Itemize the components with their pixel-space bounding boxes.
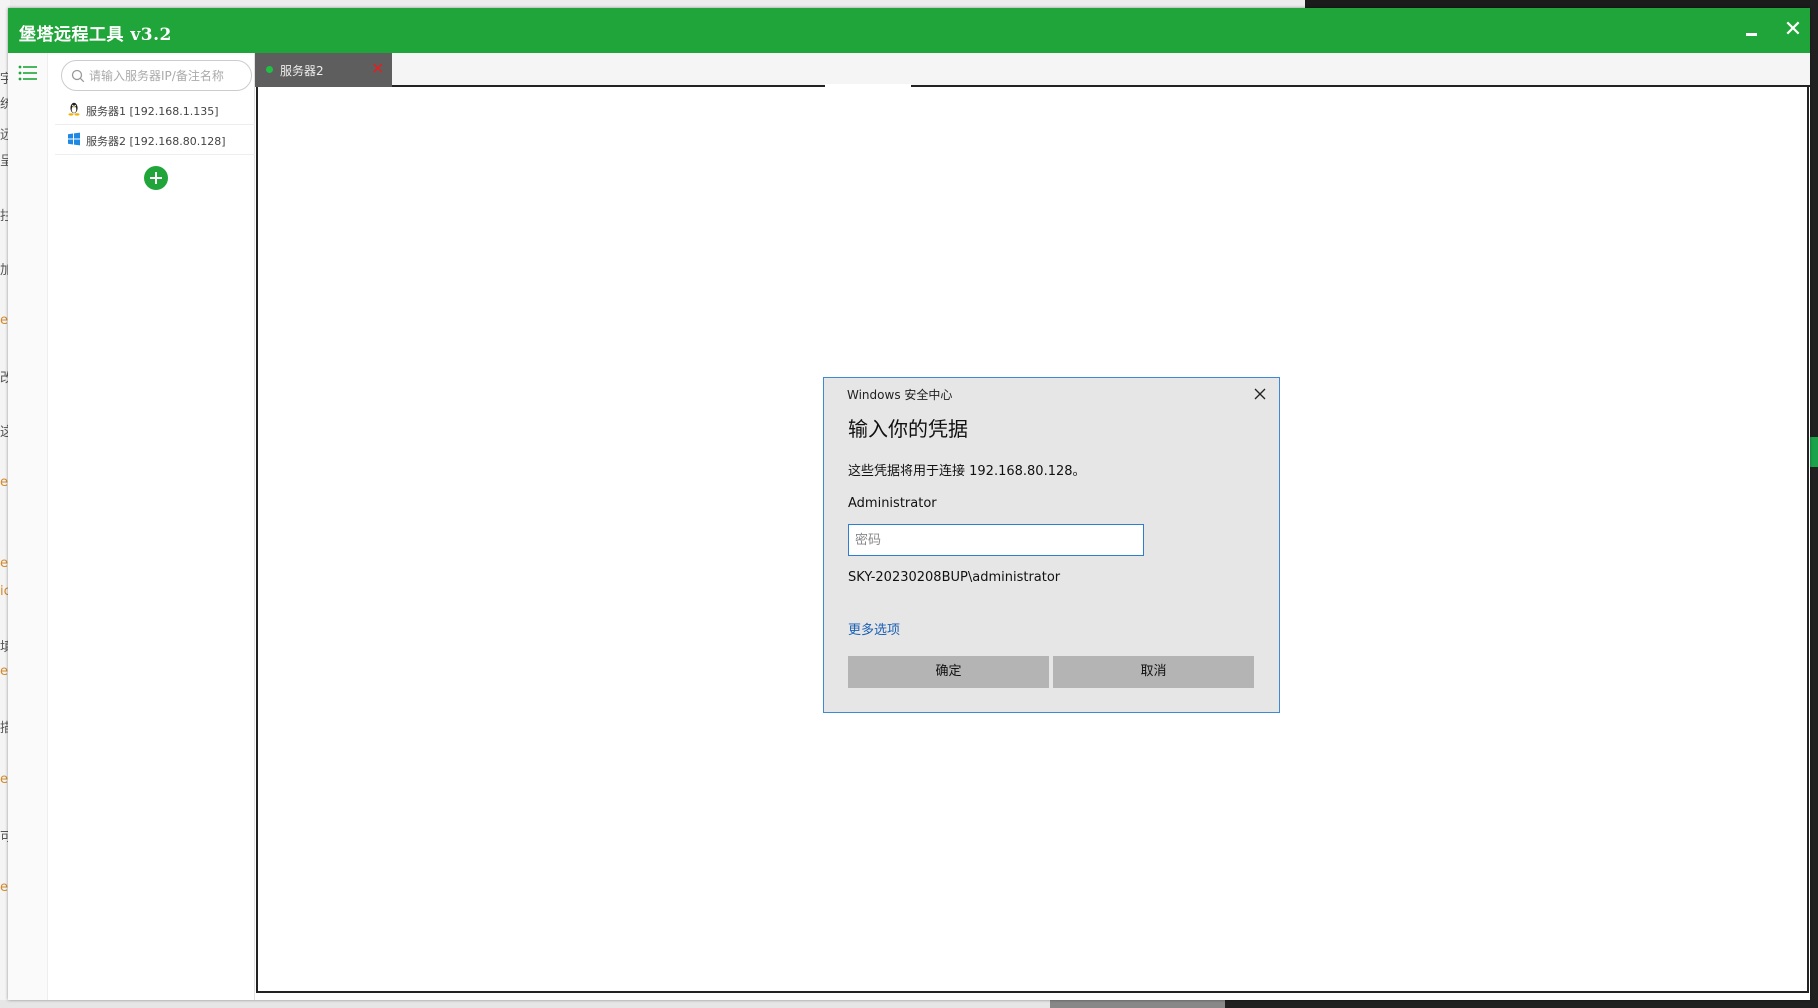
tab-bar: 服务器2 ✕ [255, 53, 1810, 87]
tab-server-2[interactable]: 服务器2 ✕ [255, 53, 392, 87]
ok-button[interactable]: 确定 [848, 656, 1049, 688]
dialog-description: 这些凭据将用于连接 192.168.80.128。 [848, 464, 1086, 479]
title-bar[interactable]: 堡塔远程工具 v3.2 ✕ [8, 8, 1810, 53]
dialog-heading: 输入你的凭据 [848, 417, 968, 441]
password-field[interactable] [848, 524, 1144, 556]
background-window-top-edge [0, 0, 1305, 8]
search-box [61, 60, 252, 91]
tab-label: 服务器2 [280, 64, 324, 78]
server-item-1[interactable]: 服务器1 [192.168.1.135] [55, 95, 255, 125]
connection-status-dot [266, 66, 273, 73]
linux-icon [68, 102, 80, 116]
taskbar-segment [0, 1000, 1050, 1008]
credential-dialog: Windows 安全中心 输入你的凭据 这些凭据将用于连接 192.168.80… [823, 377, 1280, 713]
server-list-panel: 服务器1 [192.168.1.135] 服务器2 [192.168.80.12… [48, 53, 255, 1000]
taskbar-edge [0, 1000, 1818, 1008]
minimize-icon [1746, 33, 1757, 36]
close-icon: ✕ [1783, 17, 1803, 42]
left-rail [8, 53, 48, 1000]
server-item-label: 服务器1 [192.168.1.135] [86, 105, 219, 118]
dialog-caption: Windows 安全中心 [847, 388, 953, 402]
server-item-label: 服务器2 [192.168.80.128] [86, 135, 226, 148]
app-title: 堡塔远程工具 v3.2 [19, 25, 172, 45]
background-window-right-strip [1810, 0, 1818, 1008]
windows-icon [68, 132, 80, 146]
add-server-button[interactable] [144, 166, 168, 190]
minimize-button[interactable] [1736, 15, 1766, 45]
username-label: Administrator [848, 496, 937, 511]
background-accent-mark [1810, 437, 1818, 467]
domain-user-label: SKY-20230208BUP\administrator [848, 570, 1061, 585]
more-options-link[interactable]: 更多选项 [848, 619, 900, 638]
taskbar-segment [1050, 1000, 1225, 1008]
cancel-button[interactable]: 取消 [1053, 656, 1254, 688]
search-icon [71, 69, 85, 83]
close-window-button[interactable]: ✕ [1778, 15, 1808, 45]
search-input[interactable] [89, 65, 247, 86]
close-icon[interactable]: ✕ [371, 61, 384, 77]
list-icon[interactable] [18, 65, 38, 81]
server-item-2[interactable]: 服务器2 [192.168.80.128] [55, 125, 255, 155]
close-icon[interactable] [1250, 384, 1270, 404]
